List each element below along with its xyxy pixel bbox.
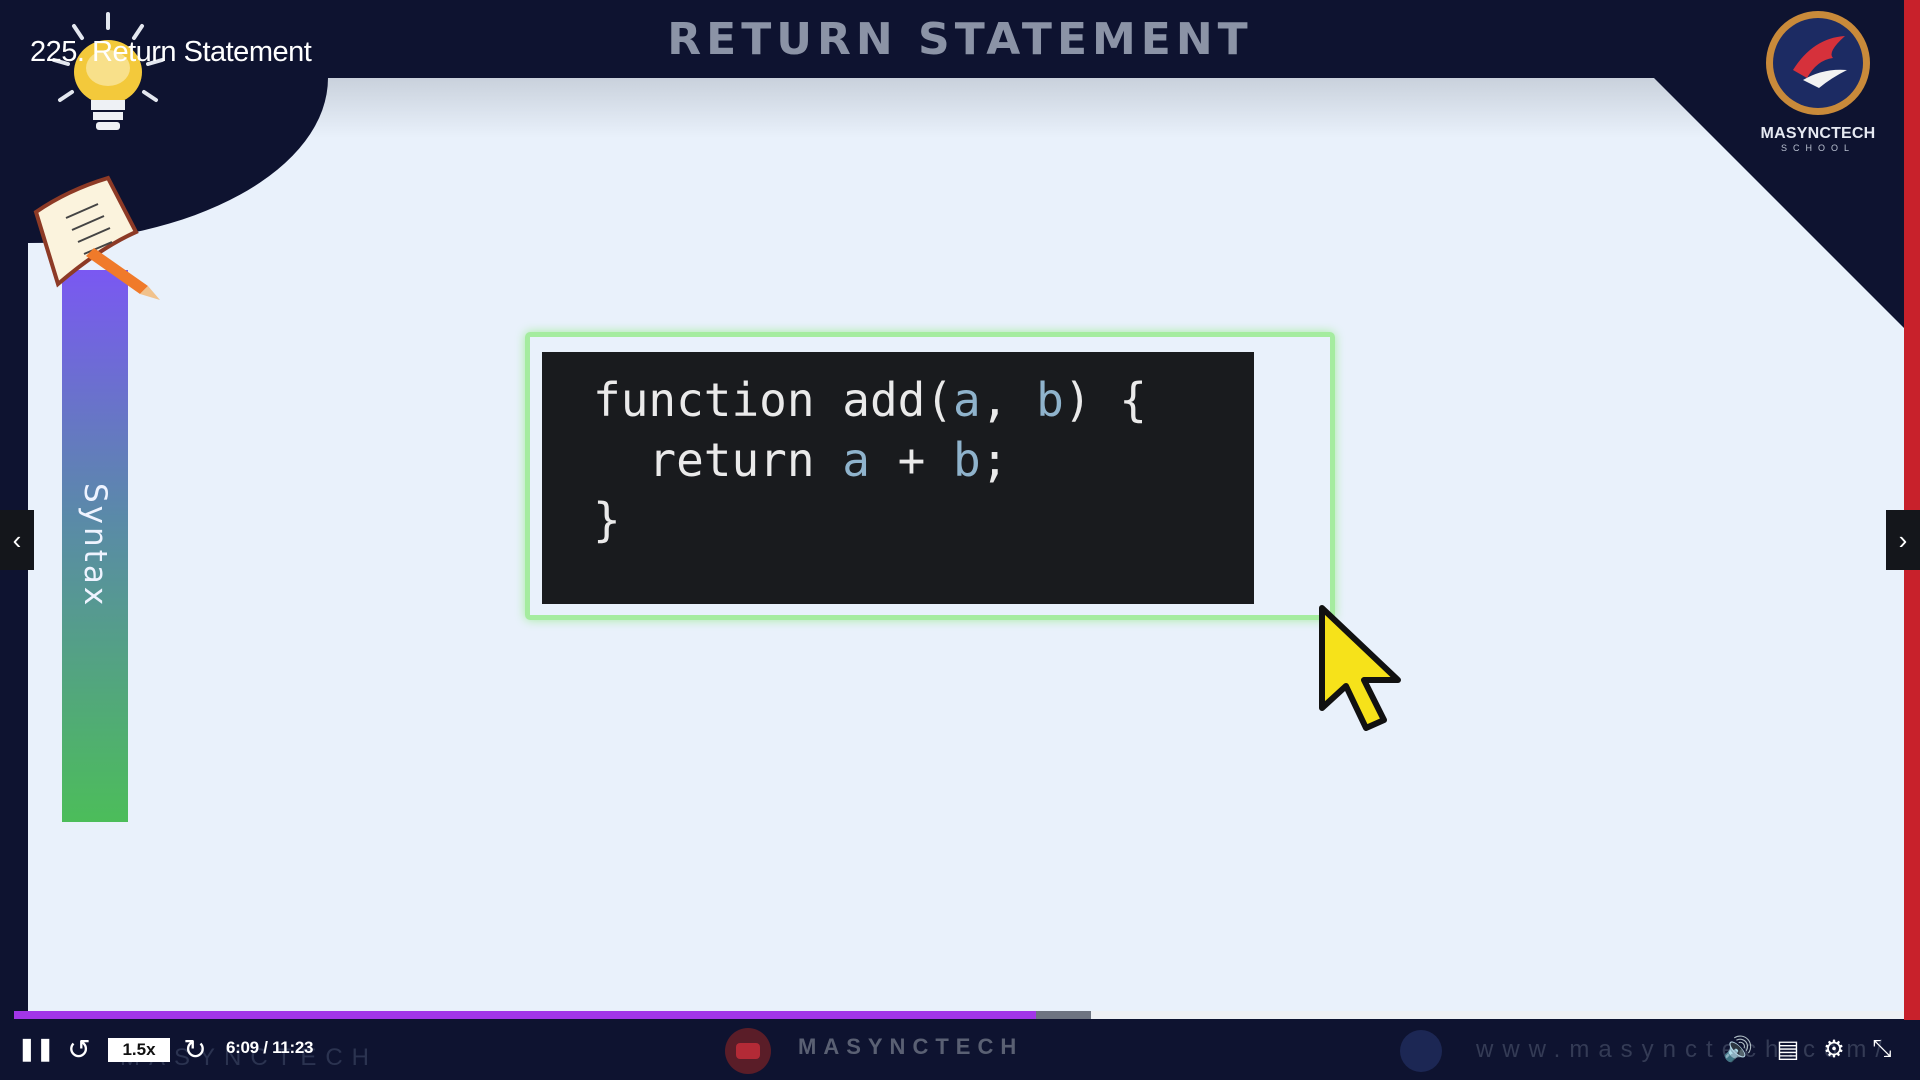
forward-button[interactable]: ↻ [180,1034,210,1065]
code-text: function add(a, b) { return a + b; } [593,373,1147,547]
logo-name: MASYNCTECH [1760,125,1876,142]
playback-speed-button[interactable]: 1.5x [108,1038,170,1062]
brand-emblem-icon [1766,11,1870,115]
pause-button[interactable]: ❚❚ [18,1034,55,1064]
captions-icon[interactable]: ▤ [1772,1034,1804,1064]
video-player[interactable]: RETURN STATEMENT 225. Return Statement M… [0,0,1920,1080]
next-lecture-button[interactable]: › [1886,510,1920,570]
settings-icon[interactable]: ⚙ [1818,1034,1850,1064]
rewind-button[interactable]: ↺ [64,1034,94,1065]
time-display: 6:09 / 11:23 [226,1038,314,1057]
pointer-cursor-icon [1319,605,1401,731]
youtube-watermark-icon [725,1028,771,1074]
fullscreen-icon[interactable]: ⤡ [1866,1034,1898,1064]
progress-bar[interactable] [14,1011,1904,1019]
globe-watermark-icon [1400,1030,1442,1072]
notepad-pencil-icon [33,175,160,300]
brand-logo: MASYNCTECH SCHOOL [1748,8,1888,153]
progress-played [14,1011,1037,1019]
previous-lecture-button[interactable]: ‹ [0,510,34,570]
player-control-bar: MASYNCTECH MASYNCTECH www.masynctech.com… [0,1022,1920,1080]
video-title: 225. Return Statement [30,36,312,68]
volume-icon[interactable]: 🔊 [1722,1034,1754,1064]
logo-subtitle: SCHOOL [1780,143,1855,153]
watermark-center: MASYNCTECH [798,1034,1024,1059]
syntax-sidebar-label: Syntax [77,483,113,609]
